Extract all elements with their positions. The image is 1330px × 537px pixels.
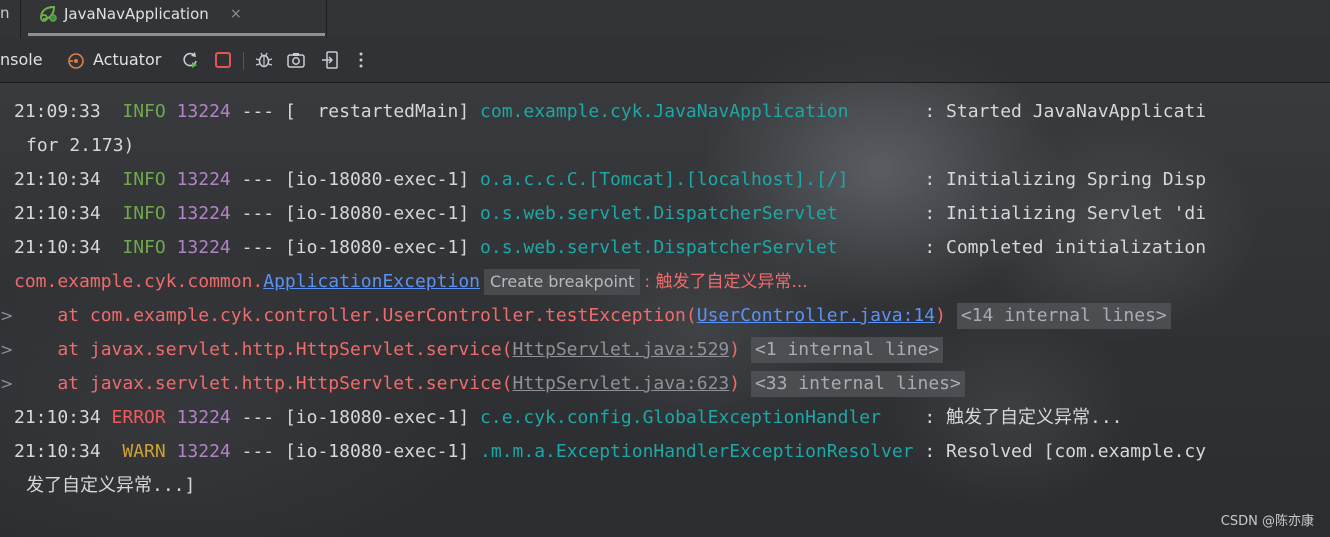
tab-divider [20, 0, 21, 38]
folded-lines-chip[interactable]: <33 internal lines> [750, 371, 965, 397]
log-message: : 触发了自定义异常... [880, 407, 1123, 428]
source-link[interactable]: UserController.java:14 [697, 305, 935, 326]
log-thread: --- [io-18080-exec-1] [230, 169, 481, 190]
log-time: 21:10:34 [14, 169, 123, 190]
log-logger: o.s.web.servlet.DispatcherServlet [480, 237, 838, 258]
log-level: INFO [122, 203, 166, 224]
tab-stub[interactable]: n [0, 0, 20, 38]
exit-icon[interactable] [320, 50, 340, 70]
log-line: 21:10:34 WARN 13224 --- [io-18080-exec-1… [14, 439, 1206, 465]
exception-message: : 触发了自定义异常... [644, 272, 808, 292]
exception-line: com.example.cyk.common.ApplicationExcept… [14, 269, 808, 295]
spring-run-icon [38, 4, 58, 24]
editor-tab-bar: n JavaNavApplication × [0, 0, 1330, 38]
log-pid: 13224 [176, 101, 231, 122]
log-time: 21:10:34 [14, 407, 112, 428]
actuator-icon [67, 52, 85, 70]
log-time: 21:10:34 [14, 237, 123, 258]
log-level: INFO [122, 237, 166, 258]
tab-actuator[interactable]: Actuator [93, 50, 161, 69]
log-logger: .m.m.a.ExceptionHandlerExceptionResolver [480, 441, 914, 462]
close-icon[interactable]: × [230, 4, 242, 24]
log-time: 21:09:33 [14, 101, 123, 122]
active-tab-indicator [28, 33, 325, 36]
log-level: INFO [122, 169, 166, 190]
tab-divider [326, 0, 327, 38]
log-time: 21:10:34 [14, 441, 123, 462]
log-message: : Initializing Servlet 'di [837, 203, 1207, 224]
log-message: : Resolved [com.example.cy [913, 441, 1207, 462]
stack-frame-close: ) [729, 339, 741, 360]
tab-console[interactable]: nsole [0, 50, 43, 69]
log-time: 21:10:34 [14, 203, 123, 224]
log-pid: 13224 [176, 203, 231, 224]
log-line-continuation: for 2.173) [26, 135, 135, 156]
stacktrace-line: at com.example.cyk.controller.UserContro… [14, 303, 1171, 329]
log-pid: 13224 [176, 441, 231, 462]
log-pid: 13224 [176, 407, 231, 428]
log-message: : Completed initialization [837, 237, 1207, 258]
rerun-icon[interactable] [180, 50, 200, 70]
fold-chevron-icon[interactable]: > [0, 303, 13, 329]
camera-icon[interactable] [286, 50, 306, 70]
log-line-continuation: 发了自定义异常...] [26, 475, 196, 496]
fold-chevron-icon[interactable]: > [0, 371, 13, 397]
folded-lines-chip[interactable]: <14 internal lines> [956, 303, 1171, 329]
tab-java-nav-application[interactable]: JavaNavApplication × [28, 0, 326, 38]
stack-frame: at com.example.cyk.controller.UserContro… [14, 305, 697, 326]
exception-package: com.example.cyk.common. [14, 271, 264, 292]
log-thread: --- [io-18080-exec-1] [230, 203, 481, 224]
run-toolbar: nsole Actuator [0, 38, 1330, 83]
log-line: 21:10:34 INFO 13224 --- [io-18080-exec-1… [14, 201, 1206, 227]
exception-class-link[interactable]: ApplicationException [263, 271, 480, 292]
stack-frame-close: ) [729, 373, 741, 394]
toolbar-separator [243, 52, 244, 70]
log-level: ERROR [111, 407, 166, 428]
log-pid: 13224 [176, 169, 231, 190]
debug-icon[interactable] [254, 50, 274, 70]
watermark: CSDN @陈亦康 [1220, 514, 1314, 529]
log-message: : Initializing Spring Disp [848, 169, 1207, 190]
log-level: INFO [122, 101, 166, 122]
log-line: 21:10:34 INFO 13224 --- [io-18080-exec-1… [14, 235, 1206, 261]
source-link[interactable]: HttpServlet.java:529 [513, 339, 730, 360]
log-line: 21:10:34 INFO 13224 --- [io-18080-exec-1… [14, 167, 1206, 193]
log-logger: com.example.cyk.JavaNavApplication [480, 101, 849, 122]
stack-frame: at javax.servlet.http.HttpServlet.servic… [14, 373, 513, 394]
folded-lines-chip[interactable]: <1 internal line> [750, 337, 944, 363]
log-message: : Started JavaNavApplicati [848, 101, 1207, 122]
tab-label: JavaNavApplication [64, 5, 209, 23]
log-level: WARN [122, 441, 166, 462]
create-breakpoint-button[interactable]: Create breakpoint [484, 269, 641, 295]
more-icon[interactable] [351, 50, 371, 70]
stack-frame-close: ) [935, 305, 946, 326]
log-thread: --- [io-18080-exec-1] [230, 441, 481, 462]
log-logger: c.e.cyk.config.GlobalExceptionHandler [480, 407, 881, 428]
log-thread: --- [io-18080-exec-1] [230, 407, 481, 428]
source-link[interactable]: HttpServlet.java:623 [513, 373, 730, 394]
stacktrace-line: at javax.servlet.http.HttpServlet.servic… [14, 371, 965, 397]
stacktrace-line: at javax.servlet.http.HttpServlet.servic… [14, 337, 944, 363]
log-logger: o.s.web.servlet.DispatcherServlet [480, 203, 838, 224]
log-thread: --- [io-18080-exec-1] [230, 237, 481, 258]
log-thread: --- [ restartedMain] [230, 101, 481, 122]
fold-chevron-icon[interactable]: > [0, 337, 13, 363]
log-pid: 13224 [176, 237, 231, 258]
log-logger: o.a.c.c.C.[Tomcat].[localhost].[/] [480, 169, 849, 190]
log-line: 21:10:34 ERROR 13224 --- [io-18080-exec-… [14, 405, 1123, 431]
stack-frame: at javax.servlet.http.HttpServlet.servic… [14, 339, 513, 360]
log-line: 21:09:33 INFO 13224 --- [ restartedMain]… [14, 99, 1206, 125]
stop-icon[interactable] [213, 50, 233, 70]
